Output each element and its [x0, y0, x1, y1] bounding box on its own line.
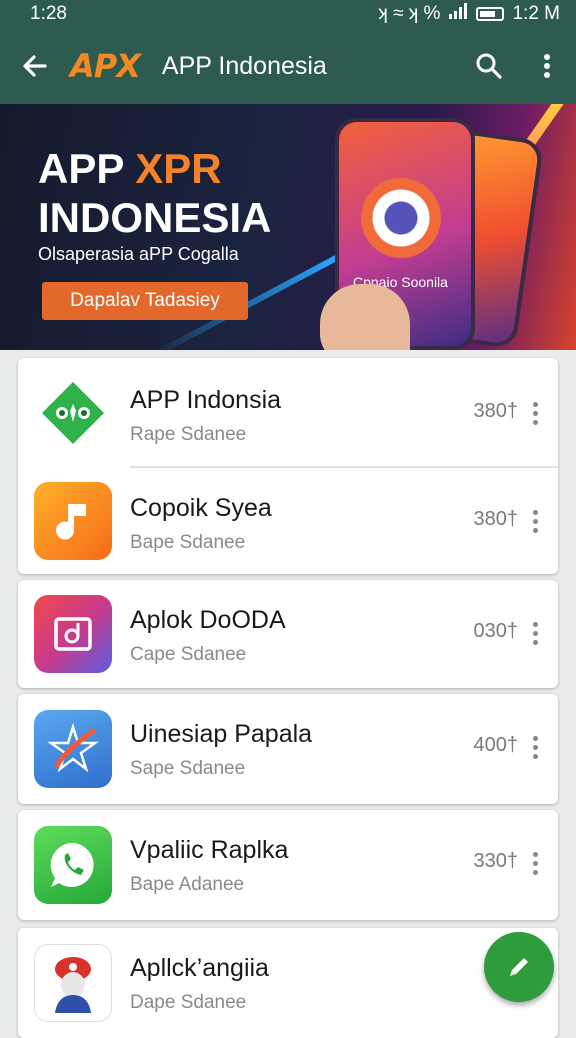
- app-count: 380†: [473, 508, 519, 530]
- compose-fab-button[interactable]: [484, 932, 554, 1002]
- app-name: Vpaliic Raplka: [130, 836, 289, 864]
- app-logo-ring-icon: [361, 178, 441, 258]
- app-count: 330†: [473, 850, 519, 872]
- music-note-icon: [34, 482, 112, 560]
- photo-frame-icon: [34, 595, 112, 673]
- banner-subtitle: Olsaperasia aPP Cogalla: [38, 244, 239, 264]
- mascot-icon: [34, 944, 112, 1022]
- app-list-card: APP Indonsia Rape Sdanee 380† Copoik Sye…: [18, 358, 558, 574]
- app-name: APP Indonsia: [130, 386, 282, 414]
- search-icon: [476, 53, 502, 79]
- item-menu-icon[interactable]: [532, 622, 538, 645]
- status-time-right: 1:2 M: [512, 3, 560, 24]
- status-time-left: 1:28: [30, 3, 67, 24]
- app-name: Copoik Syea: [130, 494, 272, 522]
- app-count: 030†: [473, 620, 519, 642]
- app-subtitle: Cape Sdanee: [130, 644, 247, 665]
- app-subtitle: Bape Sdanee: [130, 532, 246, 553]
- promo-banner[interactable]: APP XPR INDONESIA Olsaperasia aPP Cogall…: [0, 104, 576, 350]
- app-list-item[interactable]: Copoik Syea Bape Sdanee 380†: [18, 466, 558, 576]
- page-title: APP Indonesia: [161, 51, 327, 80]
- back-button[interactable]: [0, 28, 70, 104]
- back-arrow-icon: [23, 55, 47, 77]
- item-menu-icon[interactable]: [532, 510, 538, 533]
- hand-illustration: [320, 284, 410, 350]
- app-subtitle: Sape Sdanee: [130, 758, 246, 779]
- app-name: Apllck’angiia: [130, 954, 269, 982]
- pencil-icon: [510, 958, 528, 976]
- app-list-card: Aplok DoODA Cape Sdanee 030†: [18, 580, 558, 688]
- app-list-card: Apllck’angiia Dape Sdanee 36: [18, 928, 558, 1038]
- app-subtitle: Rape Sdanee: [130, 424, 247, 445]
- battery-icon: [476, 7, 505, 21]
- app-list-item[interactable]: Aplok DoODA Cape Sdanee 030†: [18, 580, 558, 688]
- item-menu-icon[interactable]: [532, 736, 538, 759]
- app-name: Uinesiap Papala: [130, 720, 313, 748]
- chat-phone-icon: [34, 826, 112, 904]
- banner-title-part1: APP: [38, 145, 136, 192]
- star-swoosh-icon: [34, 710, 112, 788]
- banner-title: APP XPR: [38, 144, 222, 194]
- app-list-item[interactable]: Apllck’angiia Dape Sdanee 36: [18, 928, 558, 1024]
- app-subtitle: Dape Sdanee: [130, 992, 247, 1013]
- app-subtitle: Bape Adanee: [130, 874, 245, 895]
- app-bar: APX APP Indonesia: [0, 28, 576, 104]
- more-vert-icon: [544, 54, 550, 78]
- app-list-card: Vpaliic Raplka Bape Adanee 330†: [18, 810, 558, 920]
- overflow-menu-button[interactable]: [518, 28, 576, 104]
- app-list-item[interactable]: Vpaliic Raplka Bape Adanee 330†: [18, 810, 558, 920]
- app-count: 400†: [473, 734, 519, 756]
- banner-title-accent: XPR: [135, 145, 222, 192]
- status-icons: ʞ ≈ ʞ %: [378, 3, 441, 24]
- green-diamond-icon: [34, 374, 112, 452]
- app-list-item[interactable]: APP Indonsia Rape Sdanee 380†: [18, 358, 558, 468]
- app-logo: APX: [70, 47, 141, 85]
- search-button[interactable]: [460, 28, 518, 104]
- banner-cta-button[interactable]: Dapalav Tadasiey: [42, 282, 248, 320]
- app-list-item[interactable]: Uinesiap Papala Sape Sdanee 400†: [18, 694, 558, 804]
- banner-title-line2: INDONESIA: [38, 194, 272, 241]
- signal-icon: [448, 3, 468, 25]
- status-bar: 1:28 ʞ ≈ ʞ % 1:2 M: [0, 0, 576, 28]
- item-menu-icon[interactable]: [532, 852, 538, 875]
- app-list-card: Uinesiap Papala Sape Sdanee 400†: [18, 694, 558, 804]
- item-menu-icon[interactable]: [532, 402, 538, 425]
- app-name: Aplok DoODA: [130, 606, 286, 634]
- app-count: 380†: [473, 400, 519, 422]
